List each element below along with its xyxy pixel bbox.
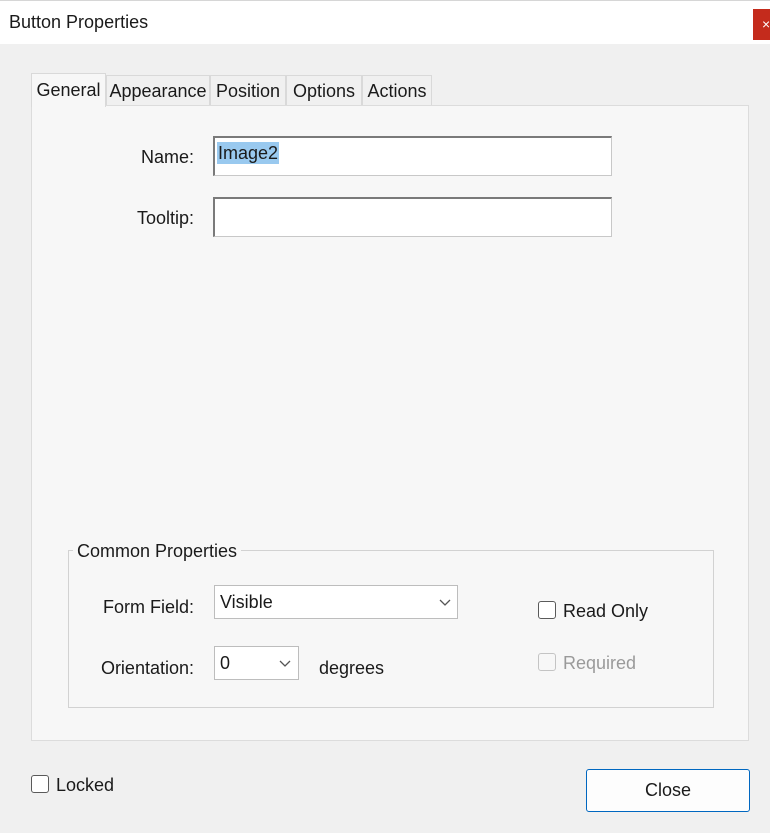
window-title: Button Properties [9,12,149,32]
name-input[interactable]: Image2 [213,136,612,176]
tab-appearance[interactable]: Appearance [106,75,210,106]
orientation-label: Orientation: [100,658,194,678]
read-only-checkbox[interactable] [538,601,556,619]
tooltip-label: Tooltip: [136,208,194,228]
window-close-button[interactable]: × [753,9,770,40]
form-field-select[interactable]: Visible [214,585,458,619]
required-label: Required [563,653,637,673]
orientation-unit: degrees [319,658,385,678]
locked-checkbox[interactable] [31,775,49,793]
tooltip-input[interactable] [213,197,612,237]
close-button[interactable]: Close [586,769,750,812]
chevron-down-icon [279,660,291,667]
read-only-label[interactable]: Read Only [563,601,648,622]
tab-actions[interactable]: Actions [362,75,432,106]
form-field-label: Form Field: [102,597,194,617]
name-label: Name: [140,147,194,167]
tab-general[interactable]: General [31,73,106,107]
common-properties-title: Common Properties [73,541,242,562]
required-checkbox[interactable] [538,653,556,671]
common-properties-group [68,550,714,708]
orientation-select[interactable]: 0 [214,646,299,680]
tab-options[interactable]: Options [286,75,362,106]
orientation-select-value: 0 [220,653,231,673]
title-bar: Button Properties [0,0,770,44]
locked-label[interactable]: Locked [56,775,114,796]
chevron-down-icon [439,599,451,606]
tab-position[interactable]: Position [210,75,286,106]
name-input-value: Image2 [217,142,280,164]
form-field-select-value: Visible [220,592,273,612]
